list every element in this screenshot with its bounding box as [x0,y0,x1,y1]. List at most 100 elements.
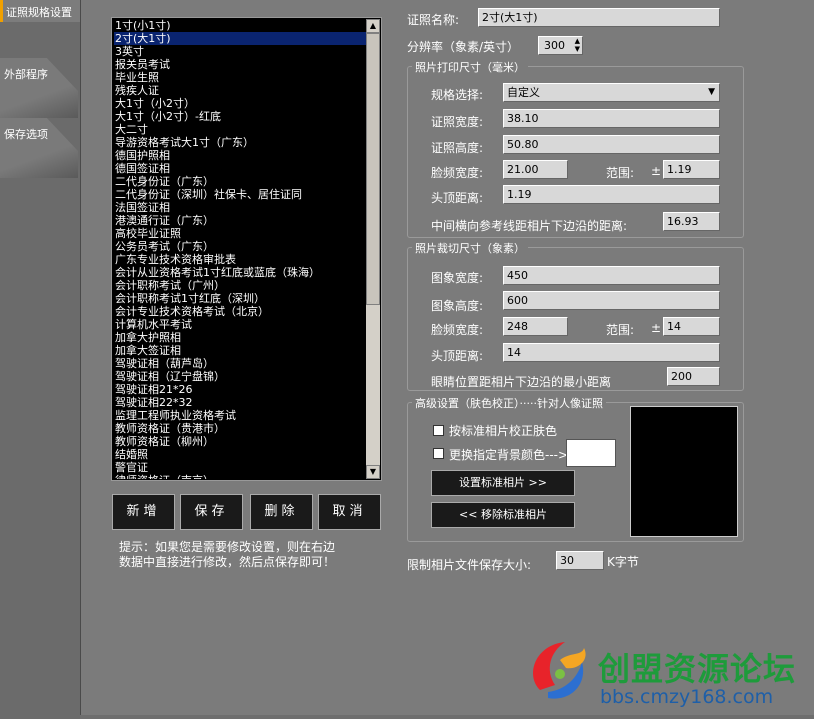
list-item[interactable]: 报关员考试 [114,58,366,71]
crop-top-distance-field[interactable]: 14 [503,343,720,362]
crop-range-label: 范围: [606,323,635,337]
list-item[interactable]: 会计职称考试1寸红底（深圳） [114,292,366,305]
list-item[interactable]: 加拿大护照相 [114,331,366,344]
crop-size-group-title: 照片裁切尺寸（象素） [412,240,528,256]
list-item[interactable]: 残疾人证 [114,84,366,97]
scroll-down-arrow-icon[interactable]: ▼ [366,465,380,479]
bg-color-swatch[interactable] [566,439,616,467]
crop-face-width-label: 脸频宽度: [431,323,484,337]
tab-save-options-label: 保存选项 [4,128,48,141]
list-item[interactable]: 2寸(大1寸) [114,32,366,45]
list-item[interactable]: 驾驶证相22*32 [114,396,366,409]
eye-distance-field[interactable]: 200 [667,367,720,386]
list-item[interactable]: 驾驶证相（辽宁盘锦） [114,370,366,383]
list-item[interactable]: 德国护照相 [114,149,366,162]
list-item[interactable]: 驾驶证相（葫芦岛） [114,357,366,370]
list-item[interactable]: 教师资格证（贵港市） [114,422,366,435]
eye-distance-label: 眼睛位置距相片下边沿的最小距离 [431,375,612,389]
print-range-label: 范围: [606,166,635,180]
list-item[interactable]: 港澳通行证（广东） [114,214,366,227]
print-height-label: 证照高度: [431,141,484,155]
set-standard-photo-button[interactable]: 设置标准相片 >> [431,470,575,496]
print-top-distance-field[interactable]: 1.19 [503,185,720,204]
print-width-field[interactable]: 38.10 [503,109,720,128]
dpi-label: 分辨率（象素/英寸） [407,40,520,54]
chevron-down-icon: ▼ [708,87,715,97]
mid-line-distance-field[interactable]: 16.93 [663,212,720,231]
spec-listbox[interactable]: 1寸(小1寸) 2寸(大1寸) 3英寸 报关员考试 毕业生照 残疾人证 大1寸（小2寸） 大1… [111,17,382,481]
list-item[interactable]: 计算机水平考试 [114,318,366,331]
crop-range-sign: ± [651,321,662,335]
list-item[interactable]: 1寸(小1寸) [114,19,366,32]
replace-bg-label: 更换指定背景颜色---> [449,448,569,462]
crop-face-width-field[interactable]: 248 [503,317,568,336]
standard-photo-preview [630,406,738,537]
scroll-thumb[interactable] [366,33,380,305]
watermark-url: bbs.cmzy168.com [600,686,774,708]
correct-skin-checkbox[interactable] [433,425,444,436]
list-item[interactable]: 会计职称考试（广州） [114,279,366,292]
spec-select-value: 自定义 [507,86,540,99]
list-item[interactable]: 导游资格考试大1寸（广东） [114,136,366,149]
list-item[interactable]: 广东专业技术资格审批表 [114,253,366,266]
spinner-arrows-icon[interactable]: ▲ ▼ [575,37,580,53]
list-item[interactable]: 二代身份证（广东） [114,175,366,188]
spec-select[interactable]: 自定义 ▼ [503,83,720,102]
hint-line-1: 提示：如果您是需要修改设置，则在右边 [119,540,336,554]
list-item[interactable]: 大1寸（小2寸）-红底 [114,110,366,123]
list-item[interactable]: 驾驶证相21*26 [114,383,366,396]
name-label: 证照名称: [407,13,460,27]
scroll-up-arrow-icon[interactable]: ▲ [366,19,380,33]
watermark-logo: 创盟资源论坛 bbs.cmzy168.com [520,630,810,715]
crop-width-field[interactable]: 450 [503,266,720,285]
size-limit-field[interactable]: 30 [556,551,604,570]
list-item[interactable]: 监理工程师执业资格考试 [114,409,366,422]
list-item[interactable]: 教师资格证（柳州） [114,435,366,448]
list-item[interactable]: 德国签证相 [114,162,366,175]
list-item[interactable]: 大二寸 [114,123,366,136]
crop-height-field[interactable]: 600 [503,291,720,310]
list-item[interactable]: 大1寸（小2寸） [114,97,366,110]
list-item[interactable]: 法国签证相 [114,201,366,214]
print-face-width-field[interactable]: 21.00 [503,160,568,179]
dpi-spinner[interactable]: 300 ▲ ▼ [538,36,583,55]
cancel-button[interactable]: 取消 [318,494,381,530]
crop-height-label: 图象高度: [431,299,484,313]
crop-top-distance-label: 头顶距离: [431,349,484,363]
print-range-sign: ± [651,164,662,178]
print-top-distance-label: 头顶距离: [431,191,484,205]
tab-external-programs[interactable]: 外部程序 [0,58,78,118]
list-scrollbar[interactable]: ▲ ▼ [366,19,380,479]
list-item[interactable]: 警官证 [114,461,366,474]
tab-spec-settings-label: 证照规格设置 [6,6,72,19]
replace-bg-checkbox[interactable] [433,448,444,459]
tab-save-options[interactable]: 保存选项 [0,118,78,178]
advanced-group-title: 高级设置（肤色校正）·····针对人像证照 [412,395,606,411]
list-item[interactable]: 高校毕业证照 [114,227,366,240]
hint-text: 提示：如果您是需要修改设置，则在右边 数据中直接进行修改，然后点保存即可！ [119,540,399,570]
list-item[interactable]: 3英寸 [114,45,366,58]
print-width-label: 证照宽度: [431,115,484,129]
list-item[interactable]: 加拿大签证相 [114,344,366,357]
list-item[interactable]: 律师资格证（南京） [114,474,366,479]
print-height-field[interactable]: 50.80 [503,135,720,154]
list-item[interactable]: 二代身份证（深圳）社保卡、居住证同 [114,188,366,201]
add-button[interactable]: 新增 [112,494,175,530]
crop-width-label: 图象宽度: [431,271,484,285]
list-item[interactable]: 会计从业资格考试1寸红底或蓝底（珠海） [114,266,366,279]
hint-line-2: 数据中直接进行修改，然后点保存即可！ [119,555,336,569]
list-item[interactable]: 毕业生照 [114,71,366,84]
mid-line-distance-label: 中间横向参考线距相片下边沿的距离: [431,219,628,233]
list-item[interactable]: 会计专业技术资格考试（北京） [114,305,366,318]
remove-standard-photo-button[interactable]: << 移除标准相片 [431,502,575,528]
tab-spec-settings[interactable]: 证照规格设置 [0,0,81,22]
crop-range-field[interactable]: 14 [663,317,720,336]
save-button[interactable]: 保存 [180,494,243,530]
delete-button[interactable]: 删除 [250,494,313,530]
list-item[interactable]: 公务员考试（广东） [114,240,366,253]
print-range-field[interactable]: 1.19 [663,160,720,179]
list-item[interactable]: 结婚照 [114,448,366,461]
side-tab-bar: 证照规格设置 外部程序 保存选项 [0,0,81,719]
spec-select-label: 规格选择: [431,88,484,102]
name-field[interactable]: 2寸(大1寸) [478,8,720,27]
